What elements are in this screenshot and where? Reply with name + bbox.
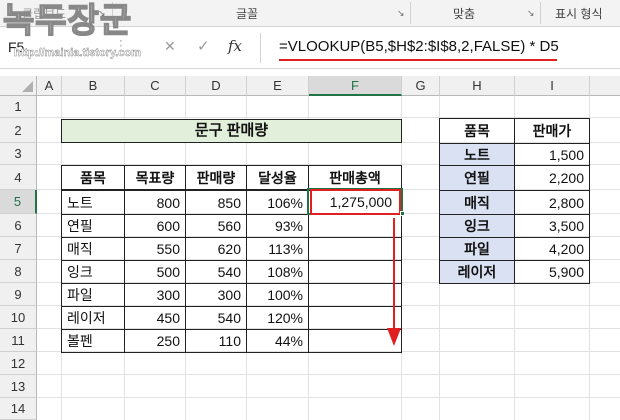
enter-check-icon[interactable]: ✓ [197,37,210,55]
row-header-6[interactable]: 6 [0,214,37,237]
column-header-b[interactable]: B [62,76,125,96]
row-header-11[interactable]: 11 [0,329,37,352]
lookup-header-price[interactable]: 판매가 [514,118,590,144]
column-header-overflow [590,76,620,96]
formula-highlight-underline [279,59,557,61]
lookup-item[interactable]: 잉크 [439,214,515,238]
cell-item[interactable]: 레이저 [61,306,125,330]
cancel-icon[interactable]: ✕ [164,38,176,55]
cell-target[interactable]: 300 [124,283,186,307]
column-header-h[interactable]: H [440,76,515,96]
cell-sales[interactable]: 540 [185,260,247,284]
row-header-9[interactable]: 9 [0,283,37,306]
select-all-corner[interactable] [0,76,37,96]
cell-achievement[interactable]: 113% [246,237,309,261]
cell-sales[interactable]: 850 [185,190,247,215]
lookup-header-item[interactable]: 품목 [439,118,515,144]
watermark-url: http://mainia.tistory.com [14,47,141,59]
insert-function-icon[interactable]: fx [228,37,242,55]
cell-item[interactable]: 잉크 [61,260,125,284]
column-header-e[interactable]: E [247,76,309,96]
cell-target[interactable]: 600 [124,214,186,238]
cell-item[interactable]: 노트 [61,190,125,215]
cell-item[interactable]: 볼펜 [61,329,125,353]
lookup-price[interactable]: 2,800 [514,190,590,215]
cell-target[interactable]: 550 [124,237,186,261]
row-header-13[interactable]: 13 [0,375,37,398]
row-header-10[interactable]: 10 [0,306,37,329]
ribbon-divider [410,2,411,24]
cell-achievement[interactable]: 93% [246,214,309,238]
header-target[interactable]: 목표량 [124,165,186,190]
column-header-i[interactable]: I [515,76,590,96]
cell-achievement[interactable]: 106% [246,190,309,215]
worksheet-grid[interactable]: A B C D E F G H I 1 2 3 4 5 6 7 8 9 10 1… [0,76,620,420]
row-header-5[interactable]: 5 [0,190,37,214]
column-header-c[interactable]: C [125,76,186,96]
cell-target[interactable]: 450 [124,306,186,330]
cell-item[interactable]: 연필 [61,214,125,238]
font-launcher-icon[interactable]: ↘ [397,8,405,19]
lookup-item[interactable]: 레이저 [439,260,515,284]
lookup-item[interactable]: 파일 [439,237,515,261]
fill-down-arrow-icon [387,218,401,346]
lookup-item[interactable]: 연필 [439,165,515,191]
cell-item[interactable]: 매직 [61,237,125,261]
row-header-4[interactable]: 4 [0,165,37,190]
row-header-3[interactable]: 3 [0,143,37,165]
cell-item[interactable]: 파일 [61,283,125,307]
lookup-price[interactable]: 5,900 [514,260,590,284]
cell-f5-value[interactable]: 1,275,000 [311,191,400,213]
row-header-1[interactable]: 1 [0,96,37,118]
cell-target[interactable]: 250 [124,329,186,353]
ribbon-group-number[interactable]: 표시 형식 [555,5,603,22]
lookup-item[interactable]: 노트 [439,143,515,166]
cell-sales[interactable]: 620 [185,237,247,261]
cell-sales[interactable]: 540 [185,306,247,330]
table-title[interactable]: 문구 판매량 [61,119,402,143]
lookup-price[interactable]: 3,500 [514,214,590,238]
cell-sales[interactable]: 560 [185,214,247,238]
column-header-a[interactable]: A [37,76,62,96]
ribbon-divider [540,2,541,24]
cell-achievement[interactable]: 44% [246,329,309,353]
cell-achievement[interactable]: 100% [246,283,309,307]
formula-divider [260,33,261,63]
column-header-f[interactable]: F [309,76,402,96]
cell-sales[interactable]: 110 [185,329,247,353]
row-header-2[interactable]: 2 [0,118,37,143]
gridline [37,374,620,375]
header-total[interactable]: 판매총액 [308,165,402,190]
header-achievement[interactable]: 달성율 [246,165,309,190]
ribbon-group-alignment[interactable]: 맞춤 [453,5,475,22]
cell-achievement[interactable]: 120% [246,306,309,330]
column-header-d[interactable]: D [186,76,247,96]
lookup-item[interactable]: 매직 [439,190,515,215]
header-item[interactable]: 품목 [61,165,125,190]
lookup-price[interactable]: 2,200 [514,165,590,191]
row-header-14[interactable]: 14 [0,398,37,420]
gridline [37,397,620,398]
cell-target[interactable]: 800 [124,190,186,215]
cell-sales[interactable]: 300 [185,283,247,307]
lookup-price[interactable]: 1,500 [514,143,590,166]
row-header-12[interactable]: 12 [0,352,37,375]
cell-achievement[interactable]: 108% [246,260,309,284]
row-header-7[interactable]: 7 [0,237,37,260]
header-sales[interactable]: 판매량 [185,165,247,190]
alignment-launcher-icon[interactable]: ↘ [527,8,535,19]
lookup-price[interactable]: 4,200 [514,237,590,261]
formula-input[interactable]: =VLOOKUP(B5,$H$2:$I$8,2,FALSE) * D5 [279,38,559,55]
column-header-g[interactable]: G [402,76,440,96]
watermark-title: 녹두장군 [2,1,133,41]
cell-target[interactable]: 500 [124,260,186,284]
row-header-8[interactable]: 8 [0,260,37,283]
ribbon-group-font[interactable]: 글꼴 [236,5,258,22]
